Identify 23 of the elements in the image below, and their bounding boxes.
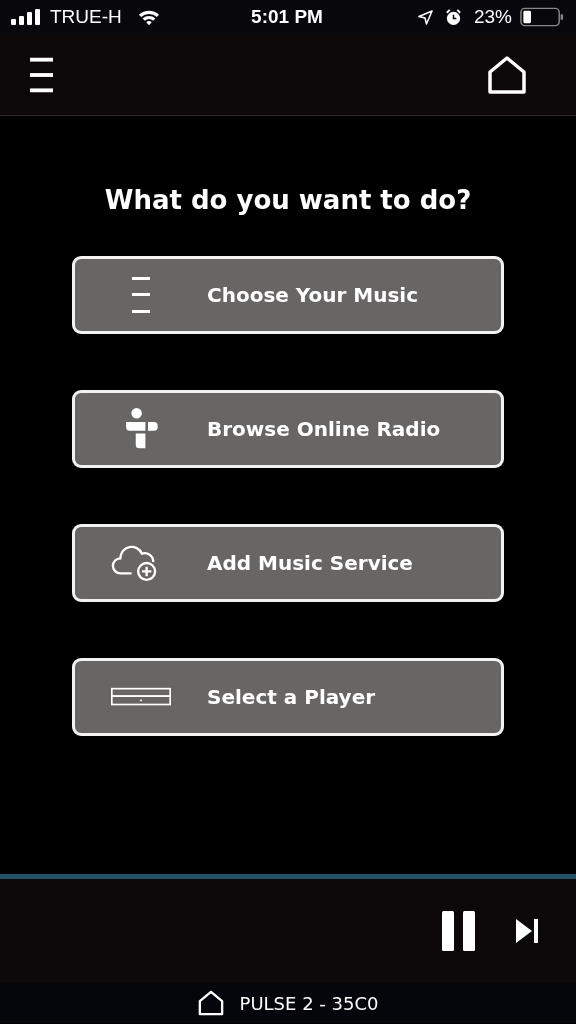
home-icon [197,990,224,1016]
action-button[interactable]: Browse Online Radio [72,390,504,468]
prompt-heading: What do you want to do? [104,184,472,217]
player-name: PULSE 2 - 35C0 [239,992,379,1014]
clock-time: 5:01 PM [251,6,323,28]
wifi-icon [137,8,160,26]
list-icon [132,277,150,313]
skip-next-icon[interactable] [516,919,538,943]
action-button[interactable]: Select a Player [72,658,504,736]
radio-logo-icon [126,408,158,449]
signal-icon [10,9,42,25]
action-button[interactable]: Choose Your Music [72,256,504,334]
carrier-name: TRUE-H [50,6,122,28]
location-arrow-icon [417,9,433,25]
home-icon[interactable] [488,55,526,94]
battery-icon [520,7,564,27]
cloud-plus-icon [111,545,157,582]
menu-icon[interactable] [30,55,53,94]
battery-percent: 23% [473,6,512,28]
speaker-bar-icon [111,687,171,706]
pause-icon[interactable] [442,911,476,951]
action-button[interactable]: Add Music Service [72,524,504,602]
alarm-clock-icon [444,8,462,26]
